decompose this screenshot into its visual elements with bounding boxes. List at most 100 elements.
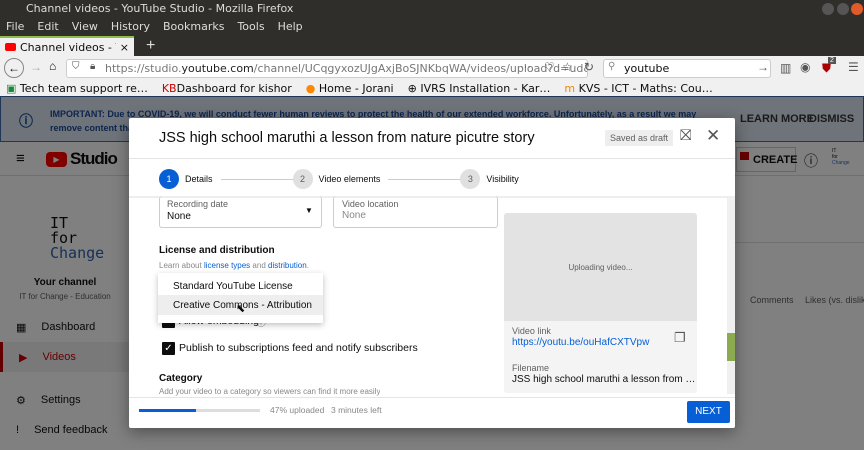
- info-icon: ⓘ: [19, 113, 33, 129]
- jorani-icon: ●: [305, 81, 319, 95]
- window-titlebar: Channel videos - YouTube Studio - Mozill…: [0, 0, 864, 18]
- license-types-link[interactable]: license types: [204, 261, 250, 270]
- bookmark-item[interactable]: ▣ Tech team support re…: [6, 82, 148, 95]
- step-visibility[interactable]: Visibility: [486, 174, 518, 184]
- tab-label: Channel videos - YouTub: [20, 40, 116, 54]
- sheet-icon: ▣: [6, 81, 20, 95]
- video-preview: Uploading video...: [504, 213, 697, 321]
- kb-icon: KB: [161, 81, 177, 95]
- recording-date-select[interactable]: Recording date None ▼: [159, 196, 322, 228]
- sidebar-item-settings[interactable]: ⚙ Settings: [0, 385, 130, 415]
- sidebar-item-send-feedback[interactable]: ! Send feedback: [0, 415, 130, 445]
- pocket-icon[interactable]: ♡: [544, 60, 555, 74]
- back-button[interactable]: ←: [4, 58, 24, 78]
- forward-button[interactable]: →: [30, 60, 42, 74]
- license-heading: License and distribution: [159, 245, 275, 256]
- distribution-link[interactable]: distribution: [268, 261, 307, 270]
- step-2-indicator[interactable]: 2: [292, 169, 313, 189]
- category-heading: Category: [159, 373, 203, 384]
- menu-history[interactable]: History: [111, 20, 150, 34]
- url-bar[interactable]: https://studio.youtube.com/channel/UCqgy…: [66, 59, 588, 78]
- license-learn-text: Learn about: [159, 261, 202, 270]
- channel-name: IT for Change - Education: [19, 292, 111, 301]
- step-3-indicator[interactable]: 3: [460, 169, 481, 189]
- dropdown-arrow-icon: ▼: [305, 206, 313, 215]
- menu-bar: File Edit View History Bookmarks Tools H…: [0, 18, 864, 36]
- dismiss-button[interactable]: DISMISS: [809, 113, 854, 125]
- account-icon[interactable]: ◉: [800, 60, 810, 74]
- sidebar-item-videos[interactable]: ▶ Videos: [0, 342, 130, 372]
- category-desc: Add your video to a category so viewers …: [159, 387, 381, 396]
- bookmark-item[interactable]: m KVS - ICT - Maths: Cou…: [564, 82, 712, 95]
- learn-more-button[interactable]: LEARN MORE: [740, 113, 814, 125]
- studio-logo[interactable]: Studio: [70, 149, 118, 169]
- stepper: 1 Details 2 Video elements 3 Visibility: [159, 169, 519, 189]
- url-domain: youtube.com: [181, 62, 254, 75]
- search-input[interactable]: youtube: [603, 59, 771, 78]
- your-channel-label: Your channel: [33, 277, 97, 288]
- url-prefix: https://studio.: [105, 62, 182, 75]
- tab-close-icon[interactable]: ×: [120, 41, 129, 54]
- search-go-icon[interactable]: →: [757, 60, 769, 74]
- saved-status-badge: Saved as draft: [605, 130, 674, 146]
- sidebar-item-dashboard[interactable]: ▦ Dashboard: [0, 312, 130, 342]
- upload-dialog: JSS high school maruthi a lesson from na…: [129, 118, 735, 428]
- step-details[interactable]: Details: [185, 174, 213, 184]
- column-likes[interactable]: Likes (vs. dislikes: [805, 295, 864, 305]
- step-video-elements[interactable]: Video elements: [319, 174, 381, 184]
- menu-edit[interactable]: Edit: [37, 20, 58, 34]
- sidebar-icon[interactable]: ▥: [780, 61, 791, 75]
- time-left: 3 minutes left: [331, 405, 382, 415]
- menu-view[interactable]: View: [72, 20, 98, 34]
- hamburger-menu-icon[interactable]: ☰: [848, 60, 859, 74]
- copy-icon[interactable]: ❐: [674, 330, 686, 346]
- gear-icon: ⚙: [16, 394, 26, 407]
- upload-progress-bar: [139, 409, 260, 412]
- menu-file[interactable]: File: [6, 20, 24, 34]
- next-button[interactable]: NEXT: [687, 401, 730, 423]
- shield-icon[interactable]: ⛉: [72, 61, 80, 72]
- new-tab-button[interactable]: +: [146, 37, 155, 55]
- help-icon[interactable]: ⓘ: [804, 151, 818, 171]
- menu-tools[interactable]: Tools: [237, 20, 264, 34]
- license-dropdown-menu: Standard YouTube License Creative Common…: [158, 273, 323, 323]
- mouse-cursor-icon: ⬉: [236, 303, 246, 315]
- progress-text: 47% uploaded: [270, 405, 325, 415]
- lock-icon: 🔒︎: [90, 61, 96, 72]
- bookmark-item[interactable]: ⊕ IVRS Installation - Kar…: [408, 82, 551, 95]
- feedback-icon: !: [16, 424, 20, 436]
- video-info-card: Uploading video... Video link https://yo…: [504, 213, 697, 393]
- dialog-title: JSS high school maruthi a lesson from na…: [159, 130, 535, 146]
- close-window-button[interactable]: [851, 3, 863, 15]
- bookmarks-bar: ▣ Tech team support re… KBDashboard for …: [0, 80, 864, 96]
- menu-bookmarks[interactable]: Bookmarks: [163, 20, 224, 34]
- tab-channel-videos[interactable]: Channel videos - YouTub ×: [0, 36, 134, 56]
- reload-icon[interactable]: ↻: [584, 60, 594, 74]
- channel-logo[interactable]: IT for Change: [50, 216, 104, 261]
- moodle-icon: m: [564, 81, 579, 95]
- upload-progress-fill: [139, 409, 196, 412]
- dashboard-icon: ▦: [16, 321, 27, 334]
- home-button[interactable]: ⌂: [49, 59, 56, 73]
- license-option-standard[interactable]: Standard YouTube License: [158, 273, 323, 295]
- scrollbar[interactable]: [727, 198, 735, 394]
- step-1-indicator[interactable]: 1: [159, 169, 179, 189]
- column-comments[interactable]: Comments: [750, 295, 794, 305]
- studio-sidebar: IT for Change Your channel IT for Change -…: [0, 176, 130, 450]
- youtube-logo-icon[interactable]: ▶: [46, 152, 67, 167]
- hamburger-icon[interactable]: ≡: [16, 150, 25, 167]
- video-location-input[interactable]: Video location None: [333, 196, 498, 228]
- globe-icon: ⊕: [407, 81, 421, 95]
- minimize-button[interactable]: [822, 3, 834, 15]
- maximize-button[interactable]: [837, 3, 849, 15]
- bookmark-item[interactable]: ● Home - Jorani: [306, 82, 394, 95]
- menu-help[interactable]: Help: [278, 20, 303, 34]
- bookmark-item[interactable]: KBDashboard for kishor: [162, 82, 292, 95]
- page-actions-button[interactable]: ···: [520, 61, 531, 73]
- feedback-exit-icon[interactable]: ⛝: [680, 127, 691, 144]
- channel-avatar[interactable]: IT for Change: [832, 148, 850, 166]
- search-icon: ⚲: [608, 61, 616, 72]
- video-link[interactable]: https://youtu.be/ouHafCXTVpw: [512, 337, 649, 348]
- bookmark-star-icon[interactable]: ☆: [562, 60, 573, 74]
- close-icon[interactable]: ✕: [706, 126, 720, 146]
